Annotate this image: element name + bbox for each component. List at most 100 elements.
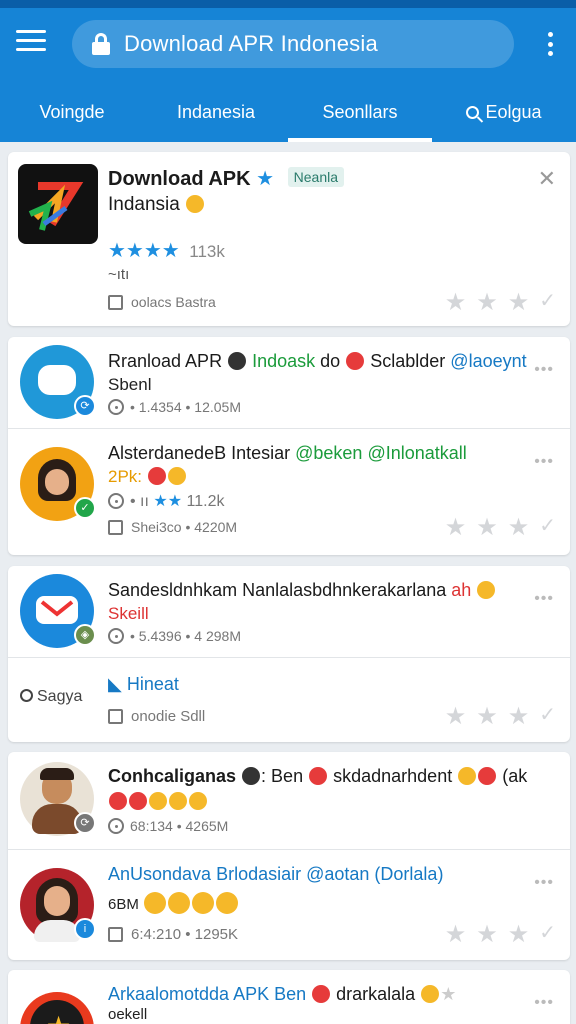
star-icon[interactable]: ★ [508,920,530,949]
tab-label: Voingde [39,102,105,122]
emoji-icon [147,467,166,485]
item-title: Sandesldnhkam Nanlalasbdhnkerakarlana ah [108,580,528,601]
featured-title: Download APK [108,168,251,190]
app-list-card: ★ Arkaalomotdda APK Ben drarkalala ★ oek… [8,970,570,1024]
star-icon[interactable]: ★ [508,288,530,317]
item-title: ◣ Hineat [108,674,179,695]
app-list-card: ⟳ Conhcaliganas : Ben skdadnarhdent (ak … [8,752,570,960]
face-icon [45,469,69,495]
list-item[interactable]: i AnUsondava Brlodasiair @aotan (Dorlala… [8,850,570,960]
list-item[interactable]: ⟳ Conhcaliganas : Ben skdadnarhdent (ak … [8,752,570,850]
emoji-icon [167,467,186,485]
item-title: Arkaalomotdda APK Ben drarkalala ★ [108,984,528,1005]
star-logo-icon: ★ [46,1010,71,1024]
more-icon[interactable]: ••• [534,590,554,608]
overflow-menu-icon[interactable] [548,32,554,56]
emoji-icon [346,352,365,370]
emoji-icon [186,195,205,213]
emoji-icon [309,767,328,785]
title-part: skdadnarhdent [333,766,453,786]
share-icon[interactable]: ✓ [539,920,556,949]
featured-subtitle-row: Indansia [108,194,205,216]
clock-icon [108,399,124,415]
emoji-icon [129,792,147,810]
rate-stars: ★ ★ ★ ✓ [445,513,556,542]
item-subtitle-row: 2Pk: [108,467,187,487]
list-item[interactable]: Sagya ◣ Hineat onodie Sdll ★ ★ ★ ✓ [8,658,570,742]
title-part: Rranload APR [108,351,223,371]
emoji-icon [169,792,187,810]
item-meta: 6:4:210 • 1295K [131,926,239,943]
tab-eolgua[interactable]: Eolgua [432,82,576,142]
tab-label: Seonllars [322,102,398,122]
star-icon[interactable]: ★ [476,702,498,731]
title-part: : Ben [261,766,304,786]
checkbox-icon[interactable] [108,709,123,724]
app-logo-icon [18,164,98,244]
title-part-green: @beken @Inlonatkall [295,443,467,463]
star-icon[interactable]: ★ [508,513,530,542]
star-icon[interactable]: ★ [445,702,467,731]
checkbox-icon[interactable] [108,295,123,310]
close-icon[interactable]: ✕ [538,166,556,192]
shield-badge-icon: ◈ [74,624,96,646]
title-part: do [320,351,341,371]
tab-bar: Voingde Indanesia Seonllars Eolgua [0,82,576,142]
emoji-icon [242,767,261,785]
title-link[interactable]: @laoeynt [450,351,526,371]
list-item[interactable]: ✓ AlsterdanedeB Intesiar @beken @Inlonat… [8,429,570,555]
more-icon[interactable]: ••• [534,361,554,379]
list-item[interactable]: ★ Arkaalomotdda APK Ben drarkalala ★ oek… [8,970,570,1024]
item-meta-row: onodie Sdll [108,708,205,725]
emoji-icon [421,985,440,1003]
sync-badge-icon: ⟳ [74,395,96,417]
title-part: (ak [502,766,528,786]
star-icon[interactable]: ★ [445,920,467,949]
item-title: Rranload APR Indoask do Sclablder @laoey… [108,351,528,372]
title-part: drarkalala [336,984,416,1004]
checkbox-icon[interactable] [108,520,123,535]
body-icon [34,920,80,942]
item-title: Conhcaliganas : Ben skdadnarhdent (ak [108,766,528,787]
rate-stars: ★ ★ ★ ✓ [445,288,556,317]
featured-app-card[interactable]: Download APK ★ Neanla Indansia ★★★★ 113k… [8,152,570,326]
search-icon [466,106,480,119]
more-icon[interactable]: ••• [534,994,554,1012]
item-meta: onodie Sdll [131,708,206,725]
checkbox-icon[interactable] [108,927,123,942]
app-bar: Download APR Indonesia [0,8,576,82]
item-meta-row: • 1.4354 • 12.05M [108,399,241,415]
share-icon[interactable]: ✓ [539,513,556,542]
star-icon[interactable]: ★ [476,513,498,542]
tab-voingde[interactable]: Voingde [0,82,144,142]
lock-icon [92,33,110,55]
featured-extra: ~ıtı [108,266,130,283]
star-icon[interactable]: ★ [445,513,467,542]
star-icon[interactable]: ★ [445,288,467,317]
item-meta: Shei3co • 4220M [131,519,238,535]
emoji-icon [312,985,331,1003]
more-icon[interactable]: ••• [534,874,554,892]
emoji-icon [228,352,247,370]
clock-icon [108,628,124,644]
emoji-icon [149,792,167,810]
hamburger-menu-icon[interactable] [16,30,46,56]
search-thumb-label: Sagya [37,688,83,705]
share-icon[interactable]: ✓ [539,702,556,731]
list-item[interactable]: ⟳ Rranload APR Indoask do Sclablder @lao… [8,337,570,429]
item-subtitle: oekell [108,1006,148,1023]
info-badge-icon: i [74,918,96,940]
url-search-bar[interactable]: Download APR Indonesia [72,20,514,68]
share-icon[interactable]: ✓ [539,288,556,317]
star-icon[interactable]: ★ [476,288,498,317]
tab-label: Indanesia [176,102,256,122]
star-icon[interactable]: ★ [508,702,530,731]
tab-seonllars[interactable]: Seonllars [288,82,432,142]
list-item[interactable]: ◈ Sandesldnhkam Nanlalasbdhnkerakarlana … [8,566,570,658]
app-list-card: ⟳ Rranload APR Indoask do Sclablder @lao… [8,337,570,555]
clock-icon [108,493,124,509]
star-icon[interactable]: ★ [476,920,498,949]
more-icon[interactable]: ••• [534,453,554,471]
tab-indanesia[interactable]: Indanesia [144,82,288,142]
item-subtitle: Skeill [108,604,149,623]
